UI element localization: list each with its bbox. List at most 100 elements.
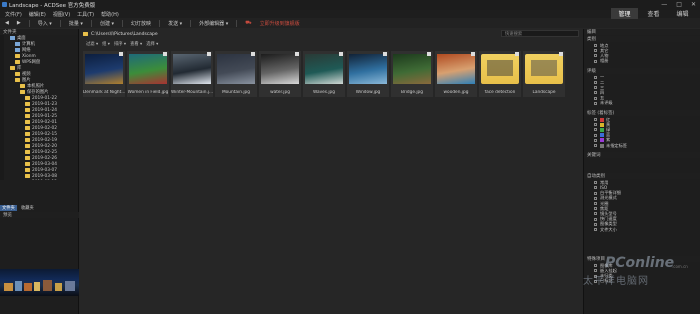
checkbox[interactable]	[594, 181, 597, 185]
folder-icon	[25, 150, 30, 154]
folder-icon	[525, 54, 563, 84]
folder-icon	[25, 114, 30, 118]
checkbox[interactable]	[594, 133, 597, 137]
checkbox[interactable]	[594, 44, 597, 48]
search-input[interactable]: 快速搜索	[501, 30, 579, 37]
thumbnail[interactable]: Landscape	[523, 51, 565, 97]
menu-help[interactable]: 帮助(H)	[101, 11, 119, 18]
checkbox[interactable]	[594, 196, 597, 200]
checkbox[interactable]	[594, 144, 597, 148]
watermark-site: .com.cn	[672, 264, 688, 269]
tree-item-label: 2019-02-02	[32, 125, 57, 131]
tree-item-label: 2019-03-07	[32, 167, 57, 173]
file-badge-icon	[427, 52, 431, 56]
catalog-item[interactable]: 未评级	[584, 100, 700, 106]
catalog-section-header[interactable]: 类别	[584, 36, 700, 42]
create-button[interactable]: 创建 ▾	[100, 20, 114, 27]
menu-tools[interactable]: 工具(T)	[77, 11, 94, 18]
checkbox[interactable]	[594, 81, 597, 85]
checkbox[interactable]	[594, 222, 597, 226]
maximize-button[interactable]: □	[676, 1, 682, 8]
checkbox[interactable]	[594, 86, 597, 90]
current-path[interactable]: C:\Users\I\Pictures\Landscape	[91, 32, 158, 37]
checkbox[interactable]	[594, 49, 597, 53]
checkbox[interactable]	[594, 228, 597, 232]
file-badge-icon	[207, 52, 211, 56]
thumbnail[interactable]: Bridge.jpg	[391, 51, 433, 97]
catalog-section-header[interactable]: 标签 (着标签)	[584, 110, 700, 116]
toolbar-divider	[236, 19, 238, 27]
checkbox[interactable]	[594, 186, 597, 190]
forward-icon[interactable]: ▶	[17, 20, 21, 26]
thumbnail[interactable]: Mountain.jpg	[215, 51, 257, 97]
folder-icon	[25, 168, 30, 172]
tab-folders[interactable]: 文件夹	[0, 205, 17, 211]
checkbox[interactable]	[594, 217, 597, 221]
catalog-item[interactable]: 相册	[584, 58, 700, 64]
batch-button[interactable]: 批量 ▾	[69, 20, 83, 27]
cart-icon[interactable]: ⛟	[245, 20, 251, 27]
checkbox[interactable]	[594, 212, 597, 216]
folder-icon	[20, 90, 25, 94]
thumbnail[interactable]: Window.jpg	[347, 51, 389, 97]
close-button[interactable]: ✕	[691, 1, 696, 8]
path-bar[interactable]: C:\Users\I\Pictures\Landscape	[83, 31, 559, 37]
tab-edit[interactable]: 编辑	[669, 8, 696, 19]
folder-icon	[25, 102, 30, 106]
sort-dropdown[interactable]: 排序 ▾	[114, 41, 126, 47]
view-dropdown[interactable]: 查看 ▾	[130, 41, 142, 47]
catalog-item[interactable]: 文件大小	[584, 227, 700, 232]
filter-dropdown[interactable]: 过滤 ▾	[86, 41, 98, 47]
external-editor-button[interactable]: 外部编辑器 ▾	[199, 20, 228, 27]
menu-file[interactable]: 文件(F)	[5, 11, 22, 18]
import-button[interactable]: 导入 ▾	[38, 20, 52, 27]
thumbnail[interactable]: Denmark at Night...	[83, 51, 125, 97]
thumbnail[interactable]: Waves.jpg	[303, 51, 345, 97]
checkbox[interactable]	[594, 207, 597, 211]
checkbox[interactable]	[594, 128, 597, 132]
checkbox[interactable]	[594, 138, 597, 142]
toolbar-divider	[190, 19, 192, 27]
thumbnail[interactable]: Winter-Mountain.j...	[171, 51, 213, 97]
checkbox[interactable]	[594, 75, 597, 79]
checkbox[interactable]	[594, 59, 597, 63]
thumbnail-label: Window.jpg	[355, 90, 381, 95]
tab-manage[interactable]: 管理	[611, 8, 638, 19]
thumbnail[interactable]: water.jpg	[259, 51, 301, 97]
select-dropdown[interactable]: 选择 ▾	[146, 41, 158, 47]
thumbnail[interactable]: wooden.jpg	[435, 51, 477, 97]
catalog-section-header[interactable]: 评级	[584, 67, 700, 74]
checkbox[interactable]	[594, 202, 597, 206]
minimize-button[interactable]: —	[661, 1, 667, 8]
checkbox[interactable]	[594, 91, 597, 95]
tab-favorites[interactable]: 收藏夹	[19, 205, 36, 211]
group-dropdown[interactable]: 组 ▾	[102, 41, 110, 47]
color-label-swatch	[600, 133, 604, 138]
thumbnail[interactable]: face detection	[479, 51, 521, 97]
back-icon[interactable]: ◀	[5, 20, 9, 26]
checkbox[interactable]	[594, 101, 597, 105]
checkbox[interactable]	[594, 96, 597, 100]
computer-icon	[10, 36, 15, 40]
tab-view[interactable]: 查看	[640, 8, 667, 19]
tree-item[interactable]: 2019-03-12	[0, 179, 79, 181]
upgrade-link[interactable]: 立即升级到旗舰版	[260, 20, 300, 27]
catalog-title: 编目	[587, 30, 596, 35]
checkbox[interactable]	[594, 191, 597, 195]
thumbnail[interactable]: Women in Field.jpg	[127, 51, 169, 97]
checkbox[interactable]	[594, 118, 597, 122]
file-badge-icon	[251, 52, 255, 56]
catalog-item[interactable]: 未指定标签	[584, 143, 700, 148]
folder-icon	[25, 162, 30, 166]
menu-view[interactable]: 视图(V)	[53, 11, 70, 18]
slideshow-button[interactable]: 幻灯放映	[131, 20, 151, 27]
menu-edit[interactable]: 编辑(E)	[29, 11, 46, 18]
catalog-section-header[interactable]: 自动类别	[584, 173, 700, 180]
checkbox[interactable]	[594, 54, 597, 58]
catalog-item-label: 未指定标签	[606, 142, 627, 148]
folder-icon	[15, 54, 20, 58]
catalog-section-header[interactable]: 关键词	[584, 152, 700, 159]
thumbnail-image	[261, 54, 299, 84]
checkbox[interactable]	[594, 123, 597, 127]
send-button[interactable]: 发送 ▾	[168, 20, 182, 27]
